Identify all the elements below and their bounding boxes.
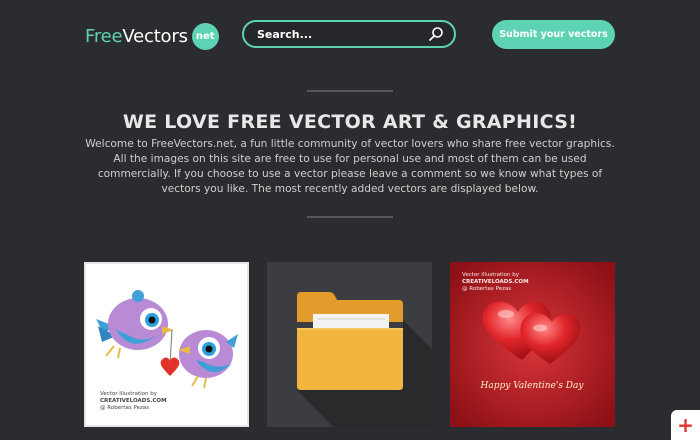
plus-button[interactable]: +	[671, 410, 700, 440]
credit-line: @ Robertas Pezas	[100, 405, 150, 411]
card-credit: Vector illustration by CREATIVELOADS.COM…	[100, 391, 167, 412]
credit-line: Vector illustration by	[100, 391, 158, 397]
credit-line: @ Robertas Pezas	[462, 286, 512, 292]
credit-line: Vector illustration by	[462, 272, 520, 278]
credit-line: CREATIVELOADS.COM	[100, 398, 167, 404]
search-icon[interactable]	[428, 26, 444, 42]
folder-illustration	[297, 292, 432, 427]
hero-text: Welcome to FreeVectors.net, a fun little…	[85, 138, 615, 195]
vector-card-hearts[interactable]: Happy Valentine's Day Vector illustratio…	[450, 262, 615, 427]
logo-free: Free	[85, 26, 123, 47]
submit-vectors-button[interactable]: Submit your vectors	[492, 20, 615, 49]
divider-top	[307, 90, 393, 92]
hearts-caption: Happy Valentine's Day	[480, 381, 585, 391]
vector-card-birds[interactable]: Vector illustration by CREATIVELOADS.COM…	[84, 262, 249, 427]
card-credit: Vector illustration by CREATIVELOADS.COM…	[462, 272, 529, 293]
credit-line: CREATIVELOADS.COM	[462, 279, 529, 285]
logo-text: FreeVectors	[85, 26, 188, 47]
vector-card-folder[interactable]	[267, 262, 432, 427]
search-bar	[242, 20, 456, 48]
site-logo[interactable]: FreeVectors net	[85, 23, 219, 50]
logo-badge: net	[191, 23, 219, 50]
search-input[interactable]	[257, 27, 428, 41]
logo-vectors: Vectors	[122, 26, 188, 47]
divider-bottom	[307, 216, 393, 218]
site-header: FreeVectors net Submit your vectors	[0, 0, 700, 70]
hero-title: WE LOVE FREE VECTOR ART & GRAPHICS!	[122, 111, 578, 133]
